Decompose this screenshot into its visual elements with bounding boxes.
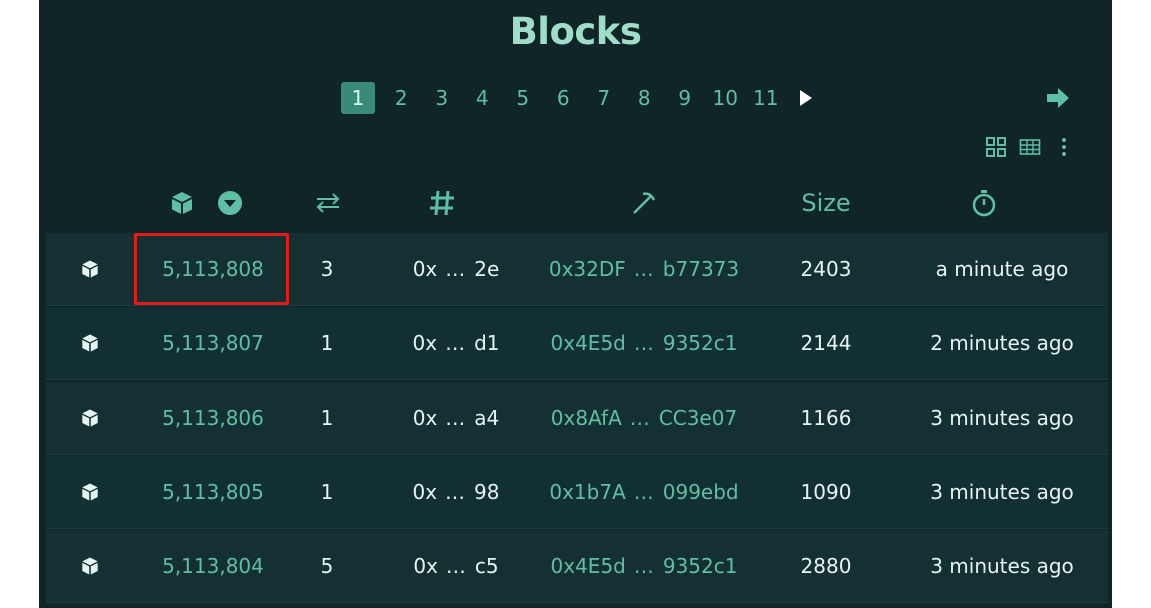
hash-start: 0x bbox=[412, 257, 438, 281]
miner-address-link[interactable]: 0x32DF … b77373 bbox=[539, 233, 749, 305]
arrow-right-icon[interactable] bbox=[1043, 84, 1073, 112]
table-row: 5,113,808 3 0x … 2e 0x32DF … b77373 2403… bbox=[46, 233, 1108, 306]
page-9-button[interactable]: 9 bbox=[665, 82, 706, 114]
swap-icon bbox=[311, 178, 345, 228]
play-right-icon[interactable] bbox=[786, 82, 826, 114]
ellipsis: … bbox=[445, 257, 467, 281]
block-size: 1166 bbox=[800, 405, 852, 430]
blocks-panel: Blocks 1 2 3 4 5 6 7 8 9 10 11 Size 5,11… bbox=[39, 0, 1112, 608]
block-hash[interactable]: 0x … c5 bbox=[386, 530, 526, 602]
block-age: 3 minutes ago bbox=[930, 554, 1074, 578]
tx-count: 1 bbox=[320, 405, 334, 430]
hash-start: 0x bbox=[412, 405, 438, 430]
page-title: Blocks bbox=[509, 10, 642, 53]
cube-icon bbox=[70, 307, 110, 379]
tx-count: 1 bbox=[320, 479, 334, 504]
miner-address-link[interactable]: 0x1b7A … 099ebd bbox=[539, 456, 749, 528]
hash-end: c5 bbox=[474, 554, 499, 578]
table-header: Size bbox=[39, 178, 1112, 228]
block-number-link[interactable]: 5,113,804 bbox=[143, 530, 283, 602]
ellipsis: … bbox=[629, 405, 651, 430]
miner-end: 099ebd bbox=[662, 479, 739, 504]
block-size: 2144 bbox=[800, 331, 852, 356]
size-header[interactable]: Size bbox=[786, 178, 866, 228]
page-2-button[interactable]: 2 bbox=[381, 82, 422, 114]
blocks-table-body: 5,113,808 3 0x … 2e 0x32DF … b77373 2403… bbox=[46, 233, 1108, 604]
table-row: 5,113,806 1 0x … a4 0x8AfA … CC3e07 1166… bbox=[46, 381, 1108, 455]
hash-end: d1 bbox=[474, 331, 500, 356]
block-number-link[interactable]: 5,113,808 bbox=[143, 233, 283, 305]
tx-count: 5 bbox=[320, 554, 334, 578]
hash-icon bbox=[425, 178, 459, 228]
block-hash[interactable]: 0x … 98 bbox=[386, 456, 526, 528]
miner-start: 0x4E5d bbox=[550, 331, 626, 356]
tx-count: 3 bbox=[320, 257, 334, 281]
stopwatch-icon bbox=[969, 178, 999, 228]
more-vertical-icon[interactable] bbox=[1047, 132, 1081, 162]
view-tools bbox=[979, 132, 1081, 162]
hash-start: 0x bbox=[412, 479, 438, 504]
block-hash[interactable]: 0x … d1 bbox=[386, 307, 526, 379]
block-age: 3 minutes ago bbox=[930, 479, 1074, 504]
sort-down-icon[interactable] bbox=[215, 178, 245, 228]
table-row: 5,113,807 1 0x … d1 0x4E5d … 9352c1 2144… bbox=[46, 307, 1108, 381]
hash-end: 2e bbox=[474, 257, 500, 281]
block-size: 2403 bbox=[800, 257, 852, 281]
miner-address-link[interactable]: 0x4E5d … 9352c1 bbox=[539, 307, 749, 379]
grid-view-icon[interactable] bbox=[979, 132, 1013, 162]
page-4-button[interactable]: 4 bbox=[462, 82, 503, 114]
miner-start: 0x4E5d bbox=[550, 554, 626, 578]
block-age: 2 minutes ago bbox=[930, 331, 1074, 356]
block-hash[interactable]: 0x … a4 bbox=[386, 382, 526, 454]
block-size: 1090 bbox=[800, 479, 852, 504]
pagination: 1 2 3 4 5 6 7 8 9 10 11 bbox=[341, 82, 826, 114]
ellipsis: … bbox=[633, 331, 655, 356]
hash-end: a4 bbox=[474, 405, 500, 430]
miner-start: 0x8AfA bbox=[550, 405, 622, 430]
miner-start: 0x1b7A bbox=[549, 479, 626, 504]
page-10-button[interactable]: 10 bbox=[705, 82, 746, 114]
block-number-link[interactable]: 5,113,805 bbox=[143, 456, 283, 528]
hash-end: 98 bbox=[474, 479, 500, 504]
cube-icon bbox=[70, 530, 110, 602]
block-age: a minute ago bbox=[935, 257, 1069, 281]
hash-start: 0x bbox=[413, 554, 438, 578]
page-8-button[interactable]: 8 bbox=[624, 82, 665, 114]
ellipsis: … bbox=[633, 479, 655, 504]
page-5-button[interactable]: 5 bbox=[503, 82, 544, 114]
ellipsis: … bbox=[445, 331, 467, 356]
table-row: 5,113,804 5 0x … c5 0x4E5d … 9352c1 2880… bbox=[46, 530, 1108, 603]
page-7-button[interactable]: 7 bbox=[584, 82, 625, 114]
miner-address-link[interactable]: 0x4E5d … 9352c1 bbox=[539, 530, 749, 602]
page-1-button[interactable]: 1 bbox=[341, 82, 375, 114]
miner-end: 9352c1 bbox=[662, 331, 738, 356]
ellipsis: … bbox=[633, 257, 655, 281]
miner-address-link[interactable]: 0x8AfA … CC3e07 bbox=[539, 382, 749, 454]
block-age: 3 minutes ago bbox=[930, 405, 1074, 430]
page-3-button[interactable]: 3 bbox=[422, 82, 463, 114]
ellipsis: … bbox=[445, 479, 467, 504]
cube-icon bbox=[70, 233, 110, 305]
cube-icon bbox=[70, 456, 110, 528]
block-number-link[interactable]: 5,113,807 bbox=[143, 307, 283, 379]
miner-start: 0x32DF bbox=[548, 257, 626, 281]
miner-end: 9352c1 bbox=[662, 554, 738, 578]
cube-icon bbox=[167, 178, 197, 228]
ellipsis: … bbox=[445, 554, 467, 578]
tx-count: 1 bbox=[320, 331, 334, 356]
miner-end: b77373 bbox=[662, 257, 740, 281]
hash-start: 0x bbox=[412, 331, 438, 356]
page-11-button[interactable]: 11 bbox=[746, 82, 787, 114]
block-size: 2880 bbox=[800, 554, 852, 578]
block-number-link[interactable]: 5,113,806 bbox=[143, 382, 283, 454]
miner-end: CC3e07 bbox=[658, 405, 738, 430]
ellipsis: … bbox=[445, 405, 467, 430]
pickaxe-icon bbox=[627, 178, 661, 228]
ellipsis: … bbox=[633, 554, 655, 578]
block-hash[interactable]: 0x … 2e bbox=[386, 233, 526, 305]
cube-icon bbox=[70, 382, 110, 454]
table-view-icon[interactable] bbox=[1013, 132, 1047, 162]
page-6-button[interactable]: 6 bbox=[543, 82, 584, 114]
table-row: 5,113,805 1 0x … 98 0x1b7A … 099ebd 1090… bbox=[46, 455, 1108, 529]
